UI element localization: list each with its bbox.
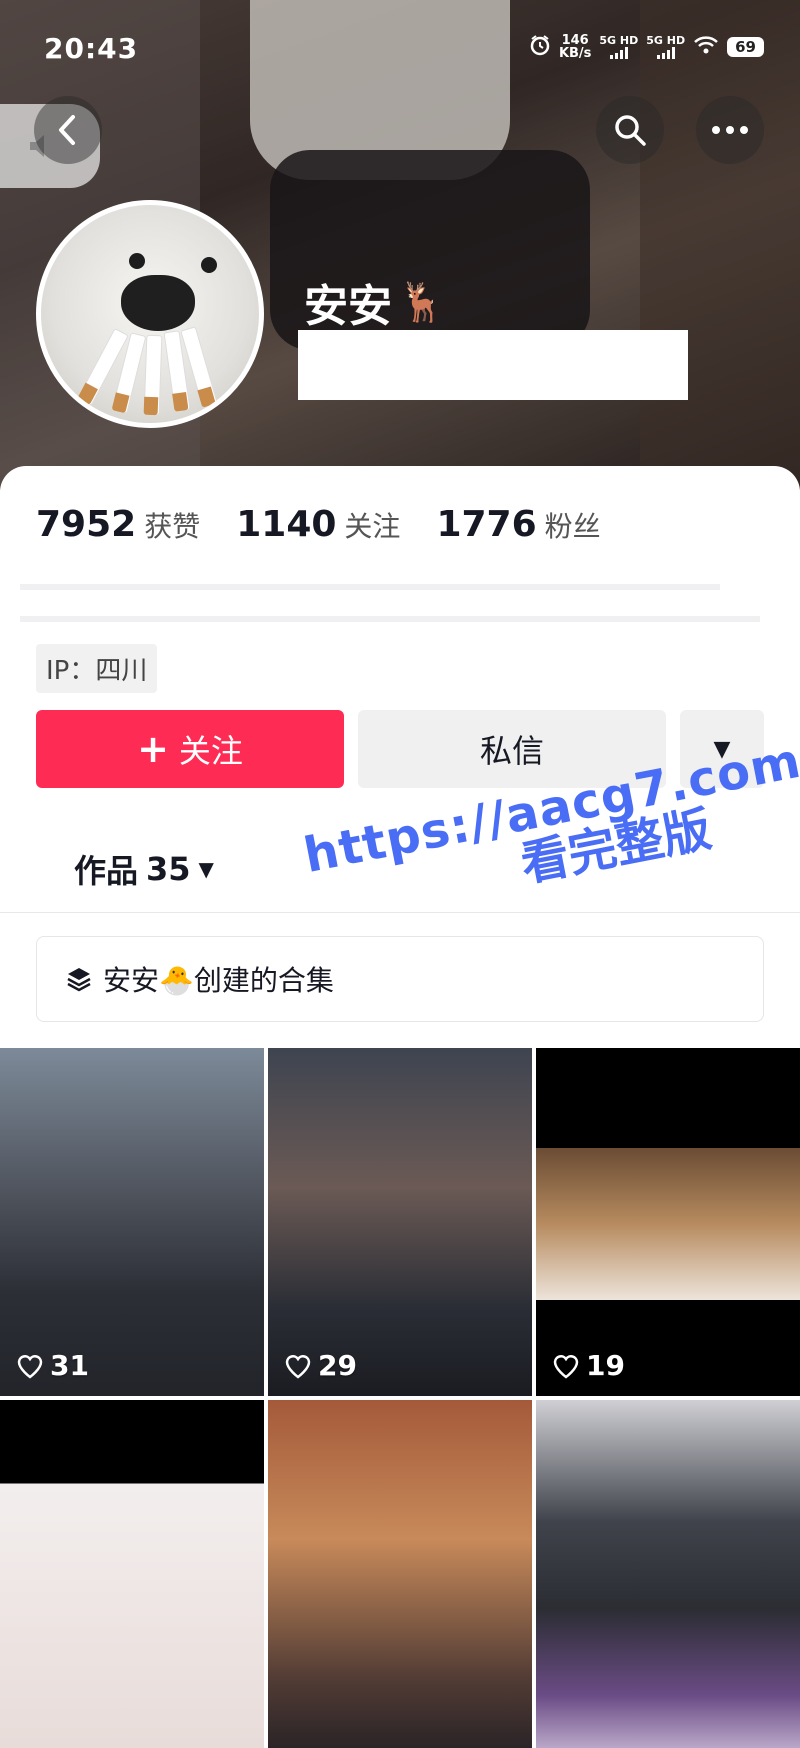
chevron-left-icon [59, 115, 75, 145]
video-thumbnail[interactable]: 19 [536, 1048, 800, 1396]
alarm-icon [529, 34, 551, 60]
signal-bars-icon [609, 47, 628, 59]
stat-likes[interactable]: 7952 获赞 [36, 504, 200, 545]
more-options-button[interactable] [696, 96, 764, 164]
profile-name: 安安 🦌 [304, 279, 446, 333]
plus-icon: + [137, 727, 169, 771]
signal-2: 5G HD [646, 35, 685, 59]
heart-icon [17, 1354, 43, 1379]
signal-1: 5G HD [599, 35, 638, 59]
collection-card[interactable]: 安安🐣创建的合集 [36, 936, 764, 1022]
bio-line [20, 616, 760, 622]
network-speed: 146 KB/s [558, 33, 592, 61]
deer-emoji: 🦌 [398, 279, 446, 324]
signal-bars-icon [656, 47, 675, 59]
like-count: 29 [284, 1349, 357, 1382]
heart-icon [285, 1354, 311, 1379]
bio-line [20, 584, 720, 590]
profile-stats: 7952 获赞 1140 关注 1776 粉丝 [36, 504, 601, 545]
video-thumbnail[interactable] [268, 1400, 532, 1748]
status-bar: 20:43 146 KB/s 5G HD 5G HD 69 [0, 22, 800, 78]
battery-indicator: 69 [727, 37, 764, 57]
ip-location-badge: IP：四川 [36, 644, 158, 693]
wifi-icon [693, 35, 719, 59]
avatar[interactable] [36, 200, 264, 428]
search-button[interactable] [596, 96, 664, 164]
status-time: 20:43 [44, 32, 139, 65]
chick-emoji: 🐣 [159, 964, 194, 997]
like-count: 19 [552, 1349, 625, 1382]
video-grid: 31 29 19 [0, 1048, 800, 1748]
stat-following[interactable]: 1140 关注 [236, 504, 400, 545]
more-dots-icon [712, 126, 748, 134]
video-thumbnail[interactable]: 31 [0, 1048, 264, 1396]
redacted-id-box [298, 330, 688, 400]
layers-icon [67, 968, 91, 992]
video-thumbnail[interactable]: 29 [268, 1048, 532, 1396]
heart-icon [553, 1354, 579, 1379]
like-count: 31 [16, 1349, 89, 1382]
caret-down-icon: ▼ [198, 857, 214, 881]
video-thumbnail[interactable] [536, 1400, 800, 1748]
follow-button[interactable]: + 关注 [36, 710, 344, 788]
video-thumbnail[interactable] [0, 1400, 264, 1748]
tab-works[interactable]: 作品 35 ▼ [74, 846, 214, 892]
stat-followers[interactable]: 1776 粉丝 [436, 504, 600, 545]
search-icon [615, 115, 646, 146]
back-button[interactable] [34, 96, 102, 164]
